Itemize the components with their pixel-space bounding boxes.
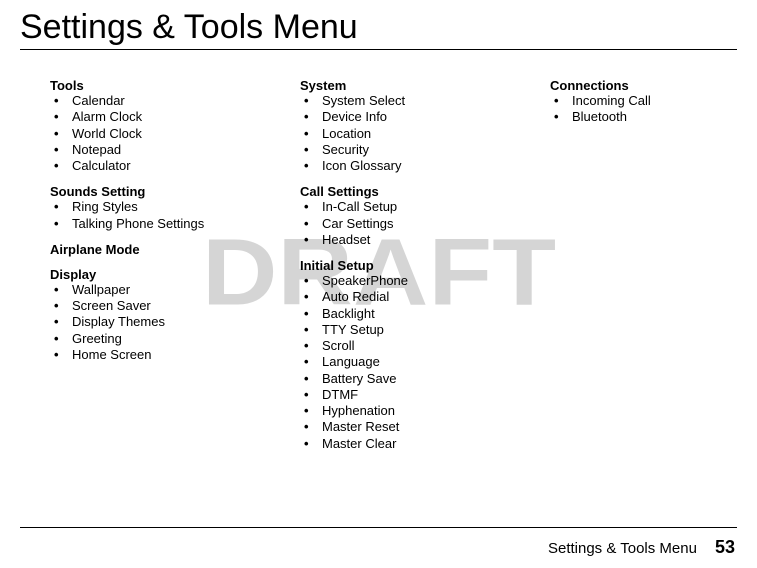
menu-columns: Tools Calendar Alarm Clock World Clock N…: [20, 78, 737, 456]
list-item: Master Clear: [300, 436, 520, 452]
page-title: Settings & Tools Menu: [20, 8, 737, 47]
section-head-tools: Tools: [50, 78, 270, 93]
page-number: 53: [715, 537, 735, 558]
list-item: Master Reset: [300, 419, 520, 435]
list-item: Security: [300, 142, 520, 158]
connections-list: Incoming Call Bluetooth: [550, 93, 730, 126]
list-item: In-Call Setup: [300, 199, 520, 215]
list-item: Wallpaper: [50, 282, 270, 298]
list-item: SpeakerPhone: [300, 273, 520, 289]
list-item: Device Info: [300, 109, 520, 125]
list-item: Scroll: [300, 338, 520, 354]
section-head-sounds: Sounds Setting: [50, 184, 270, 199]
section-head-connections: Connections: [550, 78, 730, 93]
list-item: Backlight: [300, 306, 520, 322]
list-item: Battery Save: [300, 371, 520, 387]
section-head-system: System: [300, 78, 520, 93]
section-head-initial: Initial Setup: [300, 258, 520, 273]
section-head-airplane: Airplane Mode: [50, 242, 270, 257]
section-head-call: Call Settings: [300, 184, 520, 199]
list-item: Greeting: [50, 331, 270, 347]
list-item: DTMF: [300, 387, 520, 403]
list-item: Calendar: [50, 93, 270, 109]
column-2: System System Select Device Info Locatio…: [300, 78, 520, 456]
list-item: Language: [300, 354, 520, 370]
column-3: Connections Incoming Call Bluetooth: [550, 78, 730, 456]
list-item: Headset: [300, 232, 520, 248]
list-item: System Select: [300, 93, 520, 109]
display-list: Wallpaper Screen Saver Display Themes Gr…: [50, 282, 270, 363]
section-head-display: Display: [50, 267, 270, 282]
list-item: Ring Styles: [50, 199, 270, 215]
list-item: Notepad: [50, 142, 270, 158]
list-item: TTY Setup: [300, 322, 520, 338]
system-list: System Select Device Info Location Secur…: [300, 93, 520, 174]
tools-list: Calendar Alarm Clock World Clock Notepad…: [50, 93, 270, 174]
title-rule: [20, 49, 737, 50]
initial-list: SpeakerPhone Auto Redial Backlight TTY S…: [300, 273, 520, 452]
list-item: Hyphenation: [300, 403, 520, 419]
list-item: Display Themes: [50, 314, 270, 330]
sounds-list: Ring Styles Talking Phone Settings: [50, 199, 270, 232]
footer-title: Settings & Tools Menu: [548, 540, 697, 557]
list-item: Icon Glossary: [300, 158, 520, 174]
list-item: Calculator: [50, 158, 270, 174]
list-item: World Clock: [50, 126, 270, 142]
list-item: Talking Phone Settings: [50, 216, 270, 232]
page-content: Settings & Tools Menu Tools Calendar Ala…: [0, 0, 757, 456]
list-item: Incoming Call: [550, 93, 730, 109]
footer: Settings & Tools Menu 53: [548, 537, 735, 558]
footer-rule: [20, 527, 737, 528]
list-item: Alarm Clock: [50, 109, 270, 125]
list-item: Auto Redial: [300, 289, 520, 305]
list-item: Location: [300, 126, 520, 142]
list-item: Bluetooth: [550, 109, 730, 125]
column-1: Tools Calendar Alarm Clock World Clock N…: [50, 78, 270, 456]
list-item: Home Screen: [50, 347, 270, 363]
list-item: Screen Saver: [50, 298, 270, 314]
call-list: In-Call Setup Car Settings Headset: [300, 199, 520, 248]
list-item: Car Settings: [300, 216, 520, 232]
